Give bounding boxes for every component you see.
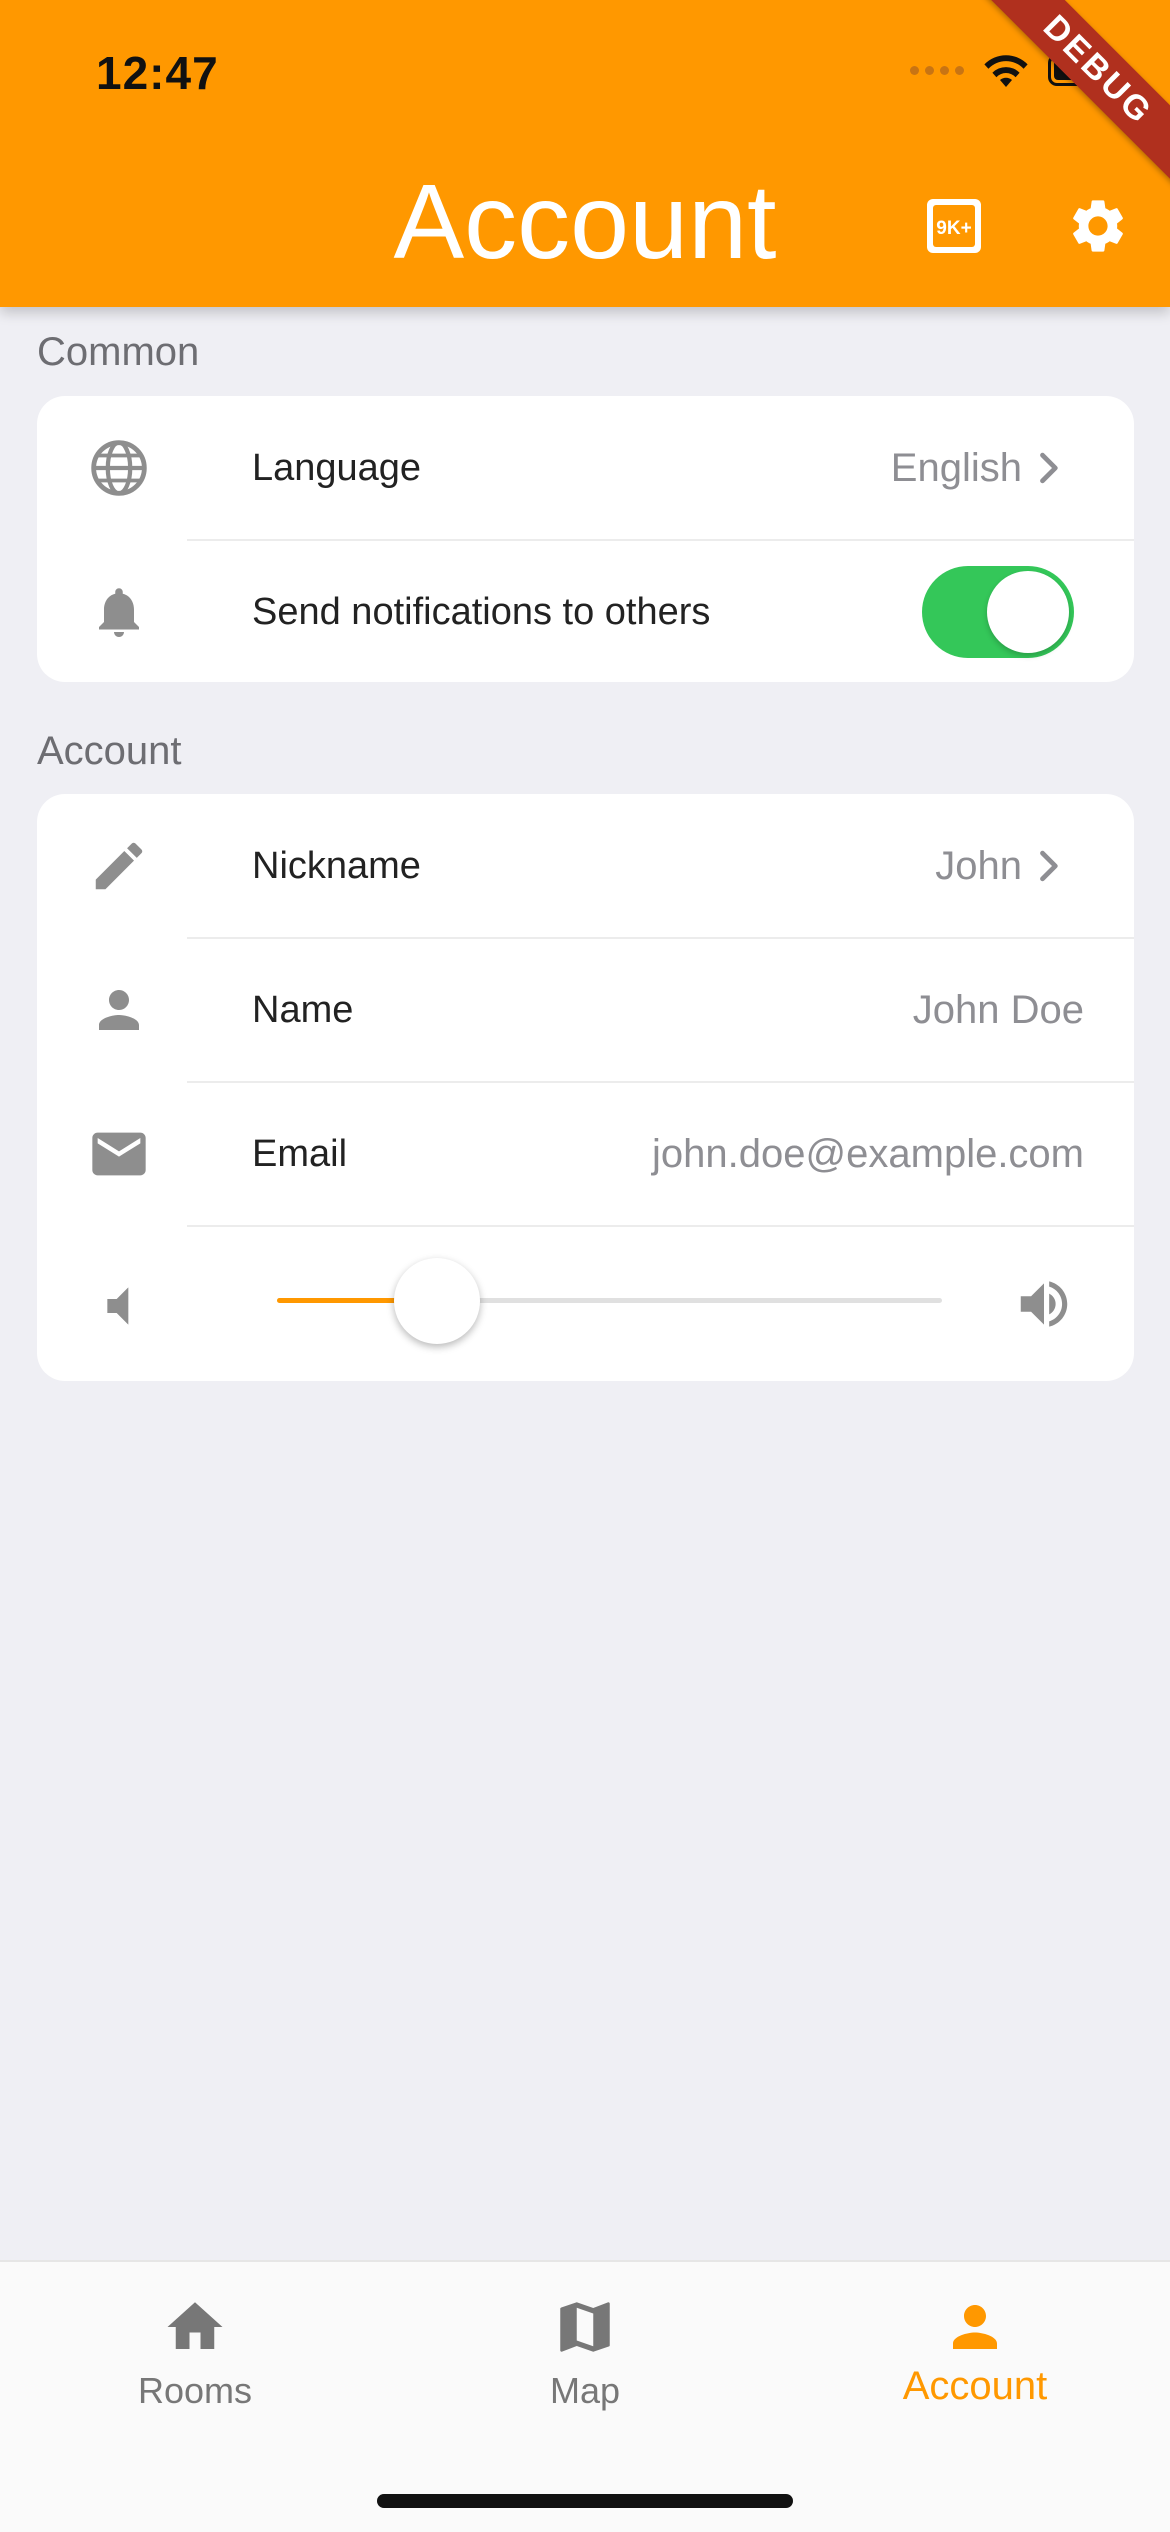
- volume-row: [37, 1226, 1134, 1381]
- nickname-label: Nickname: [252, 845, 421, 887]
- name-value: John Doe: [912, 988, 1084, 1032]
- page-title: Account: [393, 163, 777, 281]
- volume-slider[interactable]: [277, 1298, 942, 1303]
- globe-icon: [87, 436, 151, 500]
- cellular-signal-icon: [910, 65, 964, 75]
- 9k-plus-icon: 9K+: [927, 199, 981, 253]
- home-indicator: [377, 2494, 793, 2508]
- nav-item-account[interactable]: Account: [780, 2292, 1170, 2432]
- home-icon: [160, 2292, 230, 2362]
- account-settings-card: Nickname John Name John Doe Email john.d…: [37, 794, 1134, 1381]
- person-icon: [87, 978, 151, 1042]
- svg-text:9K+: 9K+: [936, 218, 971, 239]
- language-label: Language: [252, 447, 422, 489]
- notifications-label: Send notifications to others: [252, 591, 711, 633]
- chevron-right-icon: [1040, 850, 1058, 882]
- volume-high-icon: [1012, 1272, 1076, 1336]
- wifi-icon: [984, 55, 1028, 87]
- name-row: Name John Doe: [37, 938, 1134, 1082]
- person-icon: [940, 2292, 1010, 2362]
- language-row[interactable]: Language English: [37, 396, 1134, 540]
- bell-icon: [87, 580, 151, 644]
- notifications-row: Send notifications to others: [37, 540, 1134, 682]
- nav-label: Rooms: [137, 2370, 253, 2411]
- 9k-plus-button[interactable]: 9K+: [916, 188, 992, 264]
- section-label-common: Common: [37, 330, 200, 374]
- email-row: Email john.doe@example.com: [37, 1082, 1134, 1226]
- settings-button[interactable]: [1060, 188, 1136, 264]
- email-label: Email: [252, 1133, 348, 1175]
- notifications-toggle[interactable]: [922, 566, 1074, 658]
- bottom-navigation: Rooms Map Account: [0, 2260, 1170, 2532]
- envelope-icon: [87, 1122, 151, 1186]
- volume-low-icon: [87, 1274, 151, 1338]
- nav-label: Map: [549, 2370, 621, 2411]
- volume-slider-thumb[interactable]: [394, 1258, 480, 1344]
- status-time: 12:47: [96, 47, 219, 99]
- email-value: john.doe@example.com: [652, 1132, 1084, 1176]
- nav-item-map[interactable]: Map: [390, 2292, 780, 2432]
- toggle-knob: [987, 571, 1069, 653]
- nickname-row[interactable]: Nickname John: [37, 794, 1134, 938]
- chevron-right-icon: [1040, 452, 1058, 484]
- section-label-account: Account: [37, 729, 182, 773]
- gear-icon: [1073, 200, 1123, 252]
- nav-label: Account: [902, 2364, 1048, 2408]
- common-settings-card: Language English Send notifications to o…: [37, 396, 1134, 682]
- nav-item-rooms[interactable]: Rooms: [0, 2292, 390, 2432]
- language-value: English: [890, 446, 1022, 490]
- map-icon: [550, 2292, 620, 2362]
- name-label: Name: [252, 989, 354, 1031]
- nickname-value: John: [935, 844, 1022, 888]
- app-header: 12:47 DEBUG Account 9K+: [0, 0, 1170, 307]
- pencil-icon: [87, 834, 151, 898]
